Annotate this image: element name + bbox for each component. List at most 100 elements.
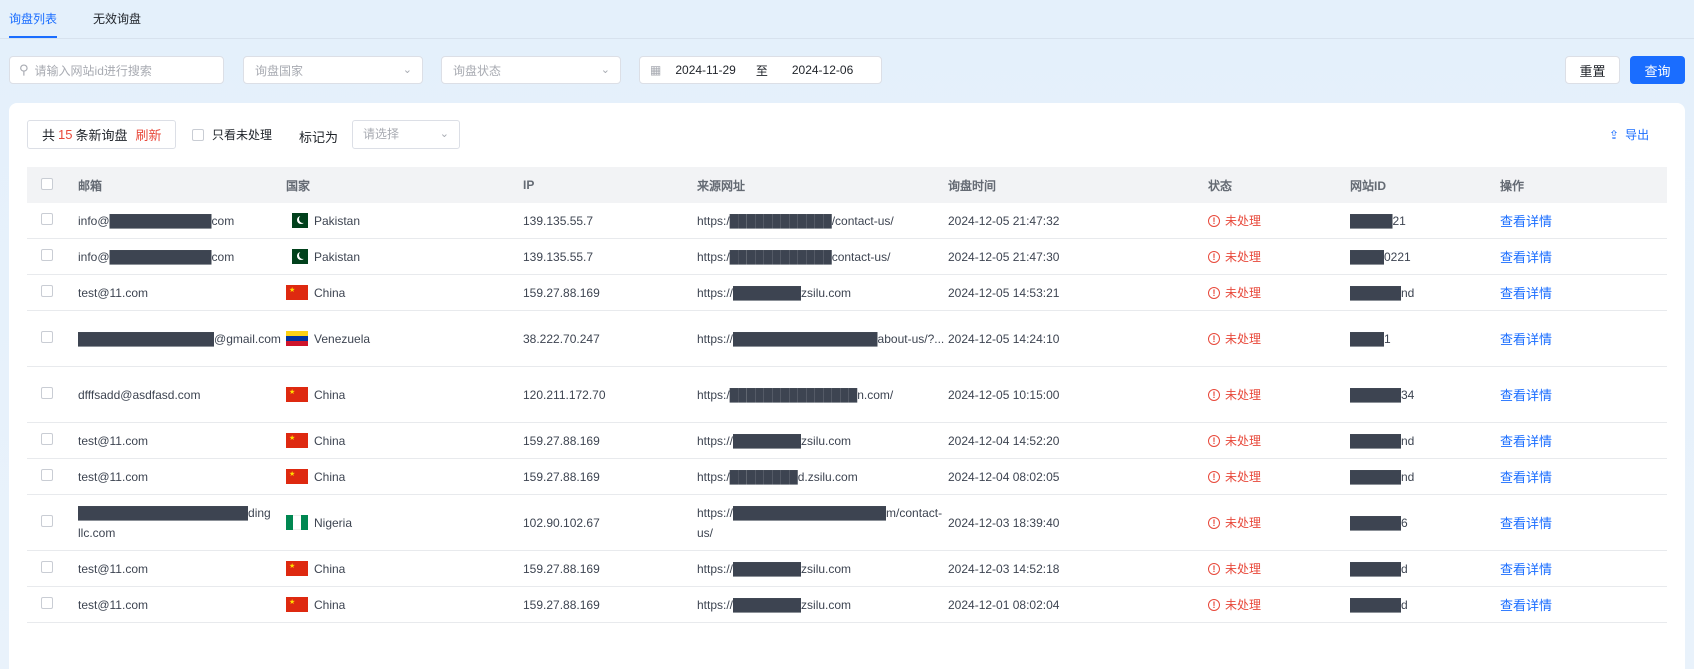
cell-status: ! 未处理	[1208, 284, 1350, 301]
row-checkbox[interactable]	[41, 561, 53, 573]
view-details-link[interactable]: 查看详情	[1500, 470, 1552, 485]
only-unprocessed-checkbox[interactable]: 只看未处理	[192, 126, 272, 143]
flag-pk-icon	[286, 213, 308, 228]
row-checkbox[interactable]	[41, 469, 53, 481]
cell-country: ★ China	[286, 561, 523, 576]
cell-site-id: █████21	[1350, 213, 1406, 228]
row-checkbox[interactable]	[41, 249, 53, 261]
cell-email: test@11.com	[78, 285, 148, 300]
cell-site-id: ██████34	[1350, 387, 1415, 402]
cell-country: ★ China	[286, 433, 523, 448]
country-select[interactable]: 询盘国家 ⌄	[243, 56, 423, 84]
cell-ip: 102.90.102.67	[523, 515, 600, 530]
cell-inquiry-time: 2024-12-05 14:24:10	[948, 331, 1060, 346]
cell-email: ████████████████████ding llc.com	[78, 505, 271, 540]
flag-cn-icon: ★	[286, 387, 308, 402]
table-row: ████████████████████ding llc.com Nigeria 1…	[27, 495, 1667, 551]
cell-action: 查看详情	[1500, 329, 1620, 348]
cell-inquiry-time: 2024-12-03 18:39:40	[948, 515, 1060, 530]
cell-email: test@11.com	[78, 433, 148, 448]
column-header-ip: IP	[523, 178, 535, 192]
flag-cn-icon: ★	[286, 285, 308, 300]
website-id-search-input[interactable]: ⚲ 请输入网站id进行搜索	[9, 56, 224, 84]
cell-site-id: ██████nd	[1350, 433, 1415, 448]
date-end[interactable]: 2024-12-06	[792, 63, 853, 77]
cell-email: info@████████████com	[78, 249, 235, 264]
cell-site-id: ██████d	[1350, 597, 1408, 612]
status-label: 未处理	[1225, 332, 1262, 346]
cell-inquiry-time: 2024-12-04 08:02:05	[948, 469, 1060, 484]
row-checkbox[interactable]	[41, 597, 53, 609]
cell-site-id: ████1	[1350, 331, 1391, 346]
view-details-link[interactable]: 查看详情	[1500, 332, 1552, 347]
view-details-link[interactable]: 查看详情	[1500, 434, 1552, 449]
flag-ve-icon	[286, 331, 308, 346]
cell-inquiry-time: 2024-12-03 14:52:18	[948, 561, 1060, 576]
upload-icon: ⇪	[1609, 127, 1620, 142]
cell-email: test@11.com	[78, 597, 148, 612]
warning-circle-icon: !	[1208, 598, 1220, 611]
mark-as-select[interactable]: 请选择 ⌄	[352, 120, 460, 149]
cell-country: ★ China	[286, 597, 523, 612]
cell-inquiry-time: 2024-12-05 21:47:30	[948, 249, 1060, 264]
view-details-link[interactable]: 查看详情	[1500, 388, 1552, 403]
cell-status: ! 未处理	[1208, 386, 1350, 403]
table-row: info@████████████com Pakistan 139.135.55.7…	[27, 203, 1667, 239]
tab-invalid-inquiry[interactable]: 无效询盘	[93, 0, 141, 38]
cell-action: 查看详情	[1500, 559, 1620, 578]
reset-button[interactable]: 重置	[1565, 56, 1620, 84]
cell-email: dfffsadd@asdfasd.com	[78, 387, 201, 402]
status-label: 未处理	[1225, 214, 1262, 228]
cell-country: ★ China	[286, 387, 523, 402]
row-checkbox[interactable]	[41, 331, 53, 343]
row-checkbox[interactable]	[41, 213, 53, 225]
flag-cn-icon: ★	[286, 561, 308, 576]
summary-suffix: 条新询盘	[75, 128, 128, 143]
cell-email: info@████████████com	[78, 213, 235, 228]
view-details-link[interactable]: 查看详情	[1500, 516, 1552, 531]
export-button[interactable]: ⇪ 导出	[1609, 126, 1649, 143]
view-details-link[interactable]: 查看详情	[1500, 562, 1552, 577]
select-all-checkbox[interactable]	[41, 177, 53, 190]
flag-pk-icon	[286, 249, 308, 264]
refresh-link[interactable]: 刷新	[136, 125, 162, 144]
row-checkbox[interactable]	[41, 515, 53, 527]
status-label: 未处理	[1225, 286, 1262, 300]
table-body: info@████████████com Pakistan 139.135.55.7…	[27, 203, 1667, 623]
table-row: test@11.com ★ China 159.27.88.169 https:/███…	[27, 459, 1667, 495]
cell-status: ! 未处理	[1208, 432, 1350, 449]
warning-circle-icon: !	[1208, 470, 1220, 483]
row-checkbox[interactable]	[41, 433, 53, 445]
country-name: China	[314, 561, 346, 576]
country-name: China	[314, 597, 346, 612]
cell-action: 查看详情	[1500, 247, 1620, 266]
summary-count: 15	[58, 127, 73, 142]
tab-inquiry-list[interactable]: 询盘列表	[9, 0, 58, 38]
cell-ip: 139.135.55.7	[523, 213, 594, 228]
row-checkbox[interactable]	[41, 285, 53, 297]
date-start[interactable]: 2024-11-29	[675, 63, 736, 77]
cell-status: ! 未处理	[1208, 330, 1350, 347]
cell-country: Venezuela	[286, 331, 523, 346]
status-placeholder: 询盘状态	[453, 63, 502, 78]
country-placeholder: 询盘国家	[255, 63, 304, 78]
checkbox-box[interactable]	[192, 128, 204, 141]
cell-email: test@11.com	[78, 469, 148, 484]
country-name: China	[314, 433, 346, 448]
status-select[interactable]: 询盘状态 ⌄	[441, 56, 621, 84]
cell-source-url: https://██████████████████m/contact-us/	[697, 505, 943, 540]
view-details-link[interactable]: 查看详情	[1500, 598, 1552, 613]
cell-ip: 159.27.88.169	[523, 469, 600, 484]
view-details-link[interactable]: 查看详情	[1500, 286, 1552, 301]
cell-country: Nigeria	[286, 515, 523, 530]
cell-action: 查看详情	[1500, 431, 1620, 450]
date-range-picker[interactable]: ▦ 2024-11-29 至 2024-12-06	[639, 56, 882, 84]
cell-inquiry-time: 2024-12-04 14:52:20	[948, 433, 1060, 448]
cell-status: ! 未处理	[1208, 212, 1350, 229]
view-details-link[interactable]: 查看详情	[1500, 214, 1552, 229]
cell-inquiry-time: 2024-12-05 10:15:00	[948, 387, 1060, 402]
view-details-link[interactable]: 查看详情	[1500, 250, 1552, 265]
flag-ng-icon	[286, 515, 308, 530]
query-button[interactable]: 查询	[1630, 56, 1685, 84]
row-checkbox[interactable]	[41, 387, 53, 399]
